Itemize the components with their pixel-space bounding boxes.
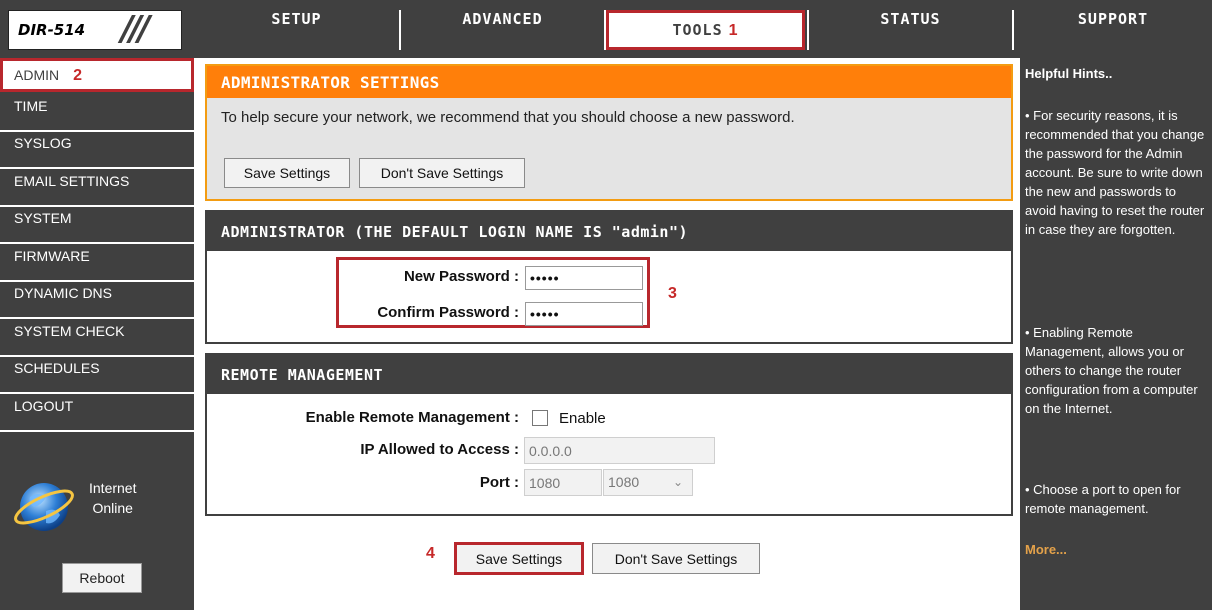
- helpful-hints-title: Helpful Hints..: [1025, 66, 1113, 81]
- sidebar-item-email-settings[interactable]: EMAIL SETTINGS: [0, 173, 194, 207]
- sidebar-item-time[interactable]: TIME: [0, 98, 194, 132]
- internet-status: Internet Online: [89, 478, 136, 518]
- remote-management-panel: REMOTE MANAGEMENT Enable Remote Manageme…: [205, 353, 1013, 516]
- sidebar-item-label: EMAIL SETTINGS: [14, 173, 130, 189]
- enable-remote-label: Enable Remote Management :: [305, 409, 519, 426]
- step-badge-1: 1: [728, 22, 739, 39]
- confirm-password-field[interactable]: [525, 302, 643, 326]
- save-settings-top-button[interactable]: Save Settings: [224, 158, 350, 188]
- sidebar-item-firmware[interactable]: FIRMWARE: [0, 248, 194, 282]
- admin-settings-panel: ADMINISTRATOR SETTINGS To help secure yo…: [205, 64, 1013, 201]
- tab-status-label: STATUS: [880, 10, 941, 28]
- ip-allowed-label: IP Allowed to Access :: [360, 441, 519, 458]
- sidebar-item-label: LOGOUT: [14, 398, 74, 414]
- tab-support[interactable]: SUPPORT: [1014, 10, 1212, 50]
- admin-settings-description: To help secure your network, we recommen…: [221, 109, 795, 126]
- sidebar-item-label: TIME: [14, 98, 48, 114]
- port-field[interactable]: [524, 469, 602, 496]
- tab-support-label: SUPPORT: [1077, 10, 1149, 28]
- sidebar-item-label: FIRMWARE: [14, 248, 90, 264]
- sidebar-item-schedules[interactable]: SCHEDULES: [0, 360, 194, 394]
- sidebar-item-label: SYSTEM: [14, 210, 72, 226]
- sidebar-item-label: SCHEDULES: [14, 360, 100, 376]
- confirm-password-label: Confirm Password :: [377, 304, 519, 321]
- administrator-title: ADMINISTRATOR (THE DEFAULT LOGIN NAME IS…: [207, 212, 1011, 251]
- sidebar-item-label: ADMIN: [14, 67, 60, 83]
- save-settings-button[interactable]: Save Settings: [454, 542, 584, 575]
- internet-status-line1: Internet: [89, 480, 137, 496]
- dont-save-settings-button[interactable]: Don't Save Settings: [592, 543, 760, 574]
- admin-settings-title: ADMINISTRATOR SETTINGS: [207, 66, 1011, 98]
- model-name: DIR-514: [18, 21, 86, 39]
- helpful-hints-panel: Helpful Hints.. • For security reasons, …: [1020, 58, 1212, 610]
- tab-tools[interactable]: TOOLS 1: [606, 10, 805, 50]
- top-bar: DIR-514 /// SETUP ADVANCED TOOLS 1 STATUS…: [0, 0, 1212, 58]
- sidebar-item-dynamic-dns[interactable]: DYNAMIC DNS: [0, 285, 194, 319]
- tab-status[interactable]: STATUS: [809, 10, 1012, 50]
- remote-management-title: REMOTE MANAGEMENT: [207, 355, 1011, 394]
- step-badge-2: 2: [73, 67, 83, 84]
- port-label: Port :: [479, 474, 519, 491]
- chevron-down-icon: ⌄: [673, 475, 684, 489]
- sidebar-item-label: SYSLOG: [14, 135, 72, 151]
- internet-globe-icon: [14, 483, 74, 531]
- enable-checkbox-label: Enable: [559, 410, 606, 427]
- port-select-value: 1080: [608, 474, 640, 490]
- step-badge-4: 4: [426, 545, 435, 562]
- new-password-label: New Password :: [403, 268, 519, 285]
- sidebar-item-system[interactable]: SYSTEM: [0, 210, 194, 244]
- hint-remote-management: • Enabling Remote Management, allows you…: [1025, 325, 1198, 416]
- sidebar: ADMIN 2 TIME SYSLOG EMAIL SETTINGS SYSTEM…: [0, 58, 194, 610]
- hint-password: • For security reasons, it is recommende…: [1025, 108, 1205, 237]
- sidebar-item-label: DYNAMIC DNS: [14, 285, 113, 301]
- administrator-panel: ADMINISTRATOR (THE DEFAULT LOGIN NAME IS…: [205, 210, 1013, 344]
- step-badge-3: 3: [668, 285, 677, 302]
- logo-slashes: ///: [121, 9, 150, 49]
- tab-setup[interactable]: SETUP: [194, 10, 399, 50]
- tab-advanced[interactable]: ADVANCED: [401, 10, 604, 50]
- reboot-button[interactable]: Reboot: [62, 563, 142, 593]
- sidebar-item-syslog[interactable]: SYSLOG: [0, 135, 194, 169]
- tab-advanced-label: ADVANCED: [462, 10, 543, 28]
- new-password-field[interactable]: [525, 266, 643, 290]
- sidebar-item-logout[interactable]: LOGOUT: [0, 398, 194, 432]
- dont-save-settings-top-button[interactable]: Don't Save Settings: [359, 158, 525, 188]
- sidebar-item-system-check[interactable]: SYSTEM CHECK: [0, 323, 194, 357]
- ip-allowed-field[interactable]: [524, 437, 715, 464]
- enable-remote-checkbox[interactable]: [532, 410, 548, 426]
- tab-setup-label: SETUP: [271, 10, 322, 28]
- model-logo: DIR-514 ///: [8, 9, 182, 50]
- more-link[interactable]: More...: [1025, 542, 1067, 557]
- sidebar-item-admin[interactable]: ADMIN 2: [0, 58, 194, 92]
- sidebar-item-label: SYSTEM CHECK: [14, 323, 125, 339]
- internet-status-line2: Online: [92, 500, 133, 516]
- hint-port: • Choose a port to open for remote manag…: [1025, 482, 1181, 516]
- tab-tools-label: TOOLS: [672, 21, 723, 39]
